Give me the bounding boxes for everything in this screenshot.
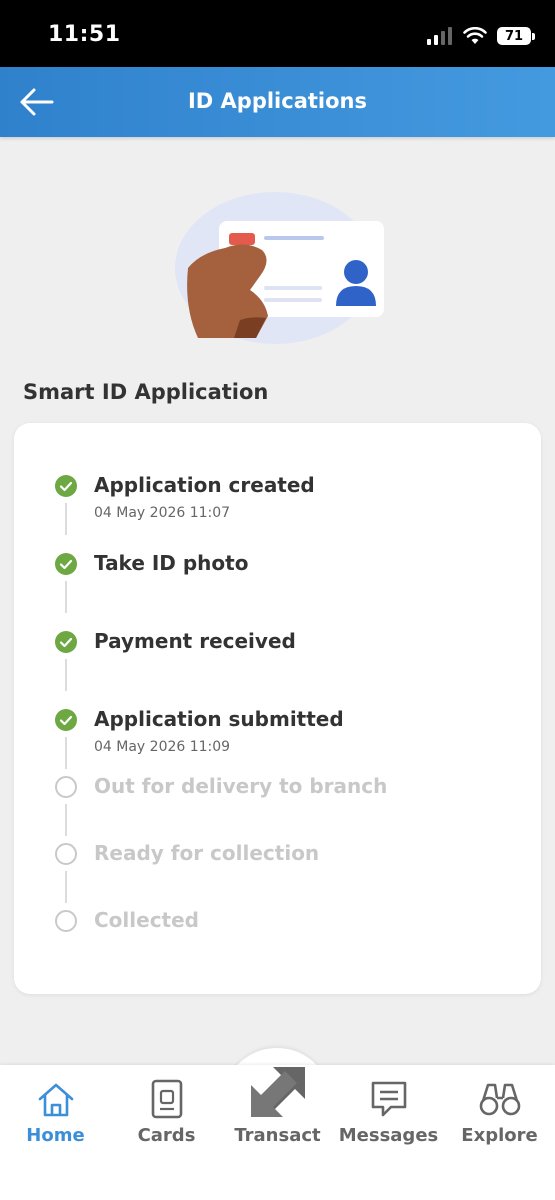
bottom-nav: Home Cards Transact Messages Explore — [0, 1065, 555, 1200]
transact-icon — [250, 1067, 305, 1117]
id-card-illustration — [175, 192, 384, 344]
check-icon — [55, 709, 77, 731]
step-label: Application created — [94, 473, 315, 497]
step-connector — [65, 659, 67, 691]
check-icon — [55, 631, 77, 653]
nav-label: Explore — [461, 1125, 538, 1146]
step-label: Collected — [94, 908, 199, 932]
step-connector — [65, 804, 67, 836]
status-time: 11:51 — [48, 22, 121, 47]
section-title: Smart ID Application — [23, 380, 269, 404]
step-date: 04 May 2026 11:09 — [94, 739, 231, 755]
nav-label: Home — [26, 1125, 85, 1146]
check-icon — [55, 475, 77, 497]
nav-cards[interactable]: Cards — [111, 1065, 222, 1175]
empty-circle-icon — [55, 776, 77, 798]
step-connector — [65, 871, 67, 903]
page-title: ID Applications — [187, 89, 367, 113]
step-label: Out for delivery to branch — [94, 774, 388, 798]
battery-indicator: 71 — [497, 27, 535, 45]
nav-transact[interactable]: Transact — [222, 1065, 333, 1175]
nav-messages[interactable]: Messages — [333, 1065, 444, 1175]
step-date: 04 May 2026 11:07 — [94, 505, 231, 521]
card-icon — [151, 1079, 182, 1119]
application-progress-card: Application created 04 May 2026 11:07 Ta… — [14, 423, 541, 994]
check-icon — [55, 553, 77, 575]
nav-explore[interactable]: Explore — [444, 1065, 555, 1175]
message-icon — [371, 1081, 406, 1117]
nav-home[interactable]: Home — [0, 1065, 111, 1175]
nav-label: Transact — [234, 1125, 321, 1146]
empty-circle-icon — [55, 843, 77, 865]
nav-label: Messages — [338, 1125, 439, 1146]
wifi-icon — [463, 27, 487, 44]
step-connector — [65, 737, 67, 769]
step-connector — [65, 581, 67, 613]
step-connector — [65, 503, 67, 535]
signal-icon — [427, 27, 452, 45]
status-bar: 11:51 71 — [0, 0, 555, 67]
step-label: Take ID photo — [94, 551, 249, 575]
home-icon — [38, 1083, 73, 1117]
step-label: Payment received — [94, 629, 296, 653]
status-icons: 71 — [427, 24, 535, 48]
nav-label: Cards — [137, 1125, 196, 1146]
app-header: ID Applications — [0, 67, 555, 137]
step-label: Application submitted — [94, 707, 344, 731]
binoculars-icon — [479, 1083, 520, 1116]
step-label: Ready for collection — [94, 841, 320, 865]
empty-circle-icon — [55, 910, 77, 932]
